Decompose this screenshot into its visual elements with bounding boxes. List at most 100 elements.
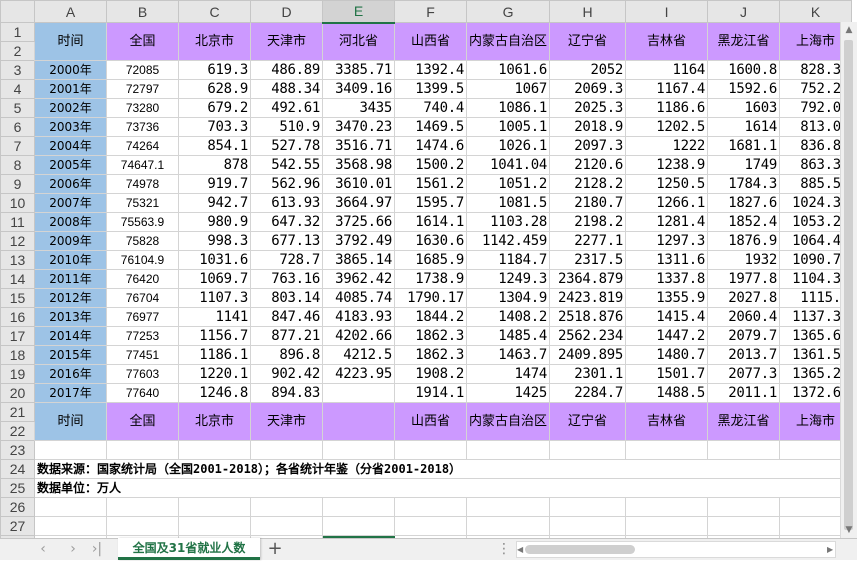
value-cell[interactable]: 1061.6 (465, 60, 551, 80)
header-cell[interactable]: 河北省 (322, 22, 395, 61)
national-cell[interactable]: 74264 (106, 136, 179, 156)
worksheet[interactable]: ABCDEFGHIJK 1 时间 全国 北京市 天津市 河北省 山西省 内蒙古自治区 辽宁省 吉林… (0, 0, 857, 538)
note-text[interactable]: 数据来源：国家统计局（全国2001-2018）；各省统计年鉴（分省2001-20… (33, 459, 853, 479)
sheet-tab-active[interactable]: 全国及31省就业人数 (118, 538, 260, 560)
year-cell[interactable]: 2004年 (34, 136, 107, 156)
row-header[interactable]: 19 (0, 364, 35, 384)
national-cell[interactable]: 72085 (106, 60, 179, 80)
value-cell[interactable]: 1051.2 (465, 174, 551, 194)
year-cell[interactable]: 2014年 (34, 326, 107, 346)
value-cell[interactable]: 1337.8 (625, 269, 709, 289)
value-cell[interactable]: 998.3 (178, 231, 251, 251)
value-cell[interactable]: 1167.4 (625, 79, 709, 99)
value-cell[interactable]: 1790.17 (394, 288, 467, 308)
value-cell[interactable]: 677.13 (250, 231, 323, 251)
footer-header-cell[interactable]: 天津市 (250, 402, 323, 441)
row-header[interactable]: 26 (0, 497, 35, 517)
row-header[interactable]: 3 (0, 60, 35, 80)
value-cell[interactable]: 1103.28 (465, 212, 551, 232)
value-cell[interactable]: 2018.9 (549, 117, 627, 137)
value-cell[interactable]: 2409.895 (549, 345, 627, 365)
value-cell[interactable]: 877.21 (250, 326, 323, 346)
row-header[interactable]: 12 (0, 231, 35, 251)
value-cell[interactable]: 1164 (625, 60, 709, 80)
national-cell[interactable]: 75563.9 (106, 212, 179, 232)
vertical-scrollbar[interactable]: ▲ ▼ (840, 22, 857, 538)
value-cell[interactable]: 1415.4 (625, 307, 709, 327)
value-cell[interactable]: 1614 (707, 117, 781, 137)
national-cell[interactable]: 72797 (106, 79, 179, 99)
value-cell[interactable]: 2562.234 (549, 326, 627, 346)
year-cell[interactable]: 2009年 (34, 231, 107, 251)
year-cell[interactable]: 2011年 (34, 269, 107, 289)
value-cell[interactable]: 2180.7 (549, 193, 627, 213)
value-cell[interactable]: 1425 (465, 383, 551, 403)
value-cell[interactable]: 1266.1 (625, 193, 709, 213)
row-header[interactable]: 22 (0, 421, 35, 441)
empty-cell[interactable] (549, 497, 627, 517)
value-cell[interactable]: 1184.7 (465, 250, 551, 270)
value-cell[interactable]: 562.96 (250, 174, 323, 194)
empty-cell[interactable] (625, 516, 709, 536)
value-cell[interactable]: 1469.5 (394, 117, 467, 137)
value-cell[interactable]: 1932 (707, 250, 781, 270)
column-header-b[interactable]: B (106, 0, 179, 23)
column-header-h[interactable]: H (549, 0, 627, 23)
national-cell[interactable]: 76977 (106, 307, 179, 327)
value-cell[interactable]: 488.34 (250, 79, 323, 99)
value-cell[interactable]: 1246.8 (178, 383, 251, 403)
value-cell[interactable]: 510.9 (250, 117, 323, 137)
value-cell[interactable]: 1595.7 (394, 193, 467, 213)
empty-cell[interactable] (394, 516, 467, 536)
value-cell[interactable]: 2423.819 (549, 288, 627, 308)
plus-icon[interactable]: + (264, 539, 286, 561)
empty-cell[interactable] (178, 440, 251, 460)
value-cell[interactable]: 1392.4 (394, 60, 467, 80)
national-cell[interactable]: 77253 (106, 326, 179, 346)
value-cell[interactable]: 740.4 (394, 98, 467, 118)
national-cell[interactable]: 76104.9 (106, 250, 179, 270)
value-cell[interactable]: 2097.3 (549, 136, 627, 156)
footer-header-cell[interactable]: 北京市 (178, 402, 251, 441)
column-header-g[interactable]: G (465, 0, 551, 23)
row-header[interactable]: 5 (0, 98, 35, 118)
value-cell[interactable]: 1474.6 (394, 136, 467, 156)
vertical-scroll-thumb[interactable] (844, 40, 853, 530)
value-cell[interactable]: 4223.95 (322, 364, 395, 384)
value-cell[interactable]: 2052 (549, 60, 627, 80)
value-cell[interactable]: 1614.1 (394, 212, 467, 232)
value-cell[interactable]: 1474 (465, 364, 551, 384)
value-cell[interactable]: 3792.49 (322, 231, 395, 251)
value-cell[interactable]: 1238.9 (625, 155, 709, 175)
value-cell[interactable]: 1086.1 (465, 98, 551, 118)
value-cell[interactable]: 1908.2 (394, 364, 467, 384)
value-cell[interactable]: 647.32 (250, 212, 323, 232)
value-cell[interactable]: 619.3 (178, 60, 251, 80)
year-cell[interactable]: 2003年 (34, 117, 107, 137)
header-cell[interactable]: 时间 (34, 22, 107, 61)
value-cell[interactable]: 1844.2 (394, 307, 467, 327)
value-cell[interactable]: 1220.1 (178, 364, 251, 384)
national-cell[interactable]: 73280 (106, 98, 179, 118)
row-header[interactable]: 9 (0, 174, 35, 194)
empty-cell[interactable] (178, 497, 251, 517)
empty-cell[interactable] (106, 497, 179, 517)
row-header[interactable]: 4 (0, 79, 35, 99)
value-cell[interactable]: 4212.5 (322, 345, 395, 365)
empty-cell[interactable] (465, 440, 551, 460)
header-cell[interactable]: 天津市 (250, 22, 323, 61)
value-cell[interactable]: 1681.1 (707, 136, 781, 156)
year-cell[interactable]: 2017年 (34, 383, 107, 403)
year-cell[interactable]: 2016年 (34, 364, 107, 384)
value-cell[interactable]: 1156.7 (178, 326, 251, 346)
row-header[interactable]: 6 (0, 117, 35, 137)
value-cell[interactable]: 1069.7 (178, 269, 251, 289)
year-cell[interactable]: 2010年 (34, 250, 107, 270)
year-cell[interactable]: 2001年 (34, 79, 107, 99)
empty-cell[interactable] (250, 497, 323, 517)
value-cell[interactable]: 1501.7 (625, 364, 709, 384)
value-cell[interactable]: 2198.2 (549, 212, 627, 232)
value-cell[interactable]: 1202.5 (625, 117, 709, 137)
value-cell[interactable]: 1977.8 (707, 269, 781, 289)
empty-cell[interactable] (549, 440, 627, 460)
